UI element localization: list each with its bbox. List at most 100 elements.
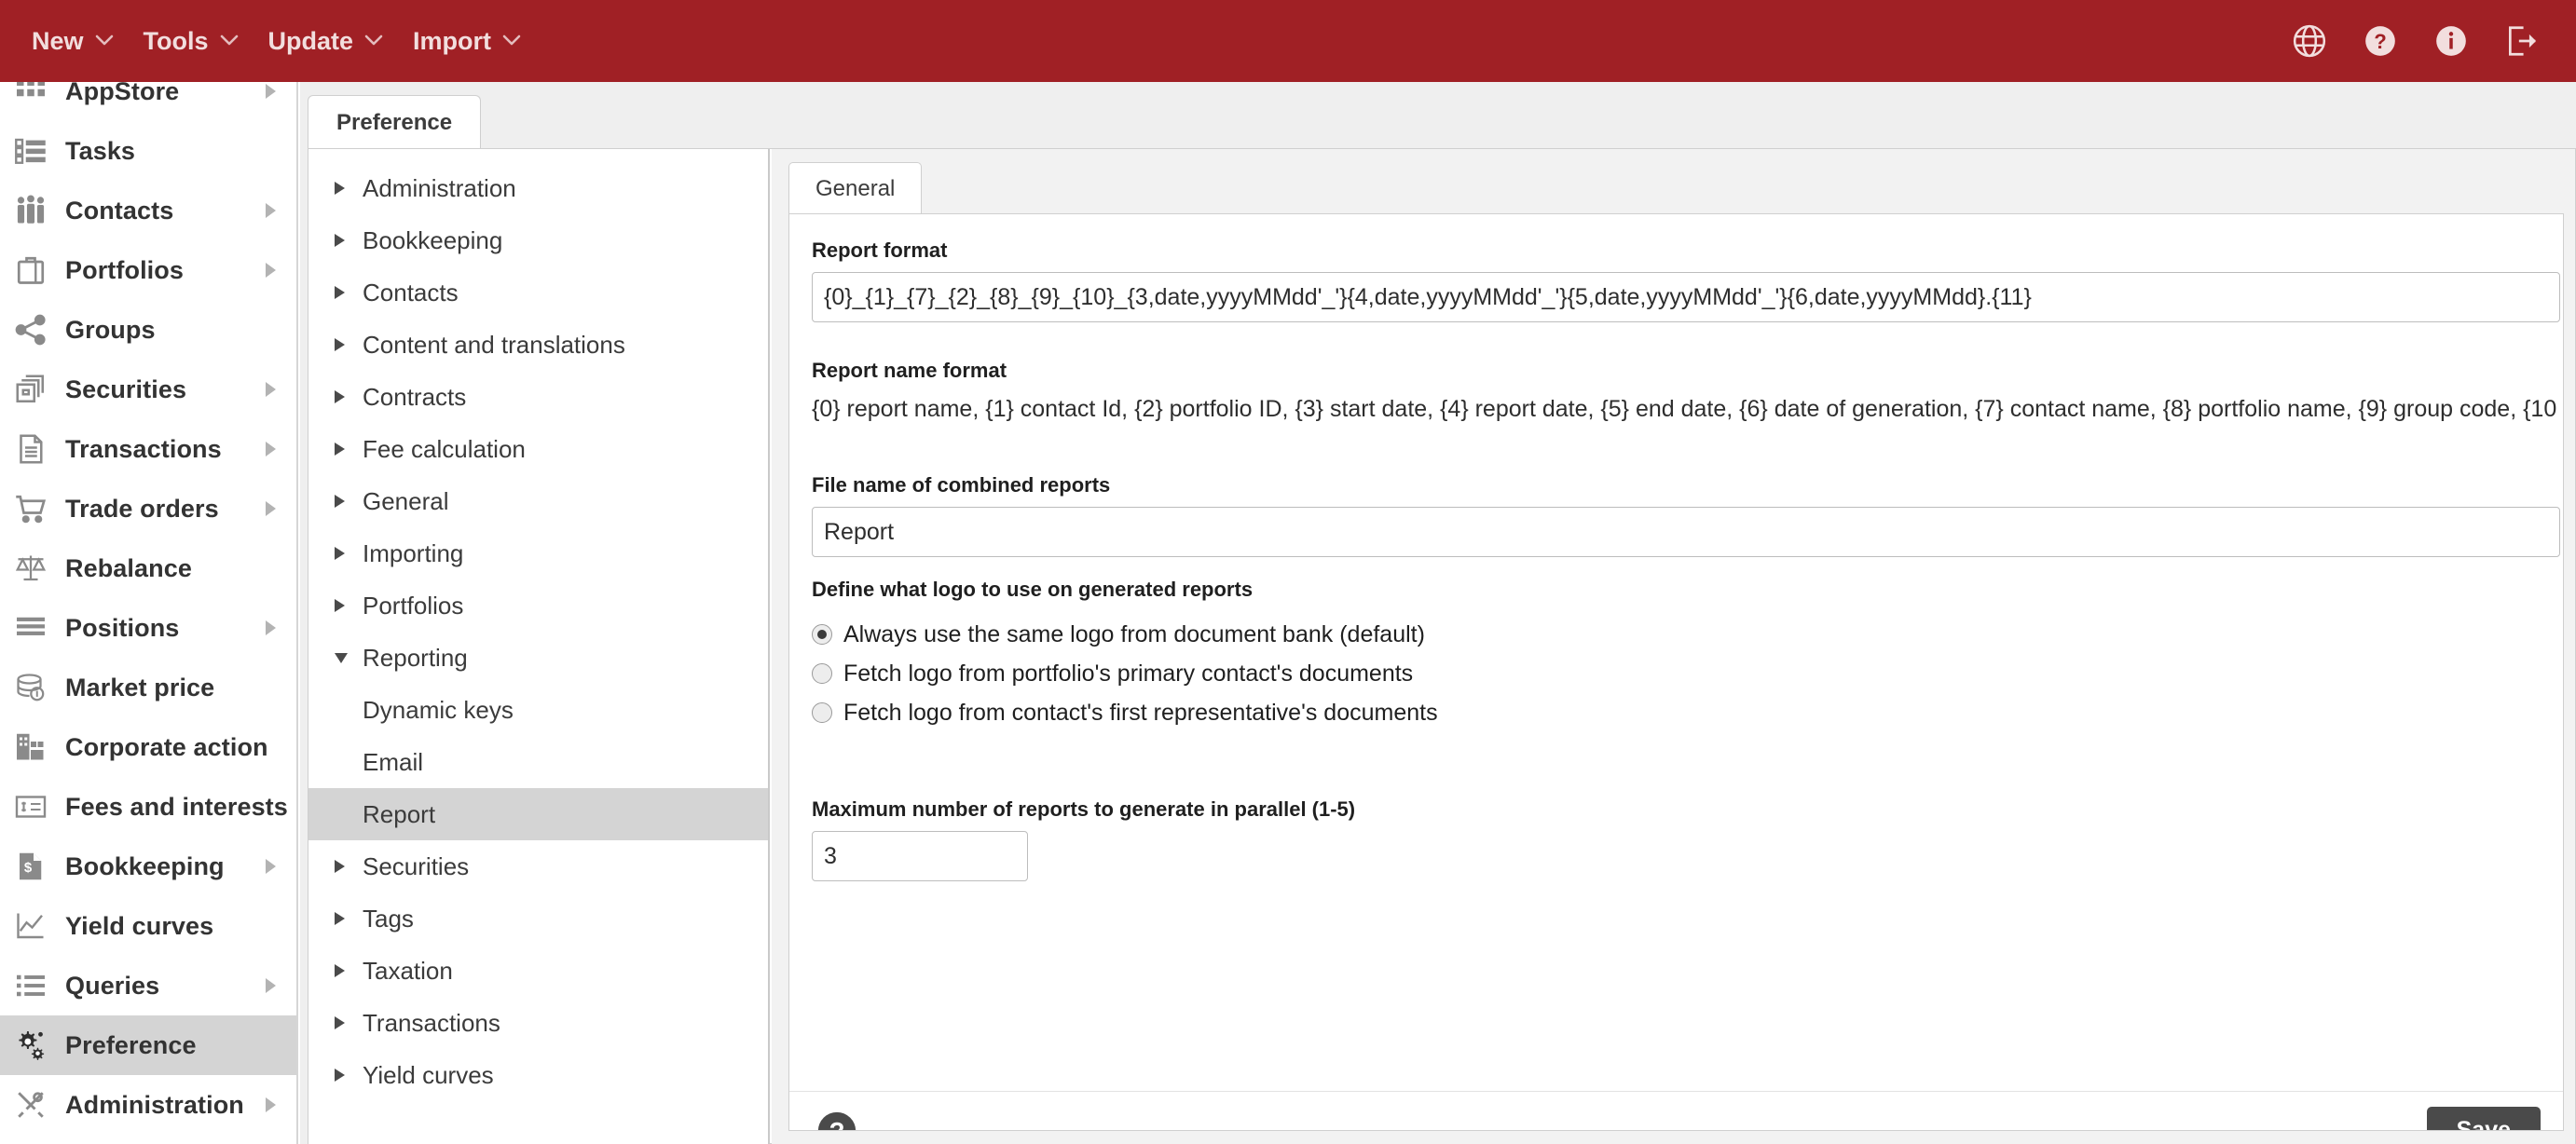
chevron-right-icon [266, 84, 276, 99]
tab-general[interactable]: General [788, 162, 923, 214]
info-circle-icon[interactable] [2425, 15, 2477, 67]
tab-preference[interactable]: Preference [308, 95, 482, 149]
menu-tools[interactable]: Tools [129, 18, 253, 65]
chevron-right-icon[interactable] [335, 1016, 363, 1029]
logo-option-portfolio-primary-contact[interactable]: Fetch logo from portfolio's primary cont… [812, 654, 1438, 693]
top-menu-group: New Tools Update Import [17, 18, 536, 65]
sidebar-item-securities[interactable]: Securities [0, 360, 296, 419]
sidebar-item-administration[interactable]: Administration [0, 1075, 296, 1135]
sidebar-item-portfolios[interactable]: Portfolios [0, 240, 296, 300]
tree-item-email[interactable]: Email [308, 736, 768, 788]
chevron-down-icon[interactable] [335, 652, 363, 663]
save-button[interactable]: Save [2426, 1107, 2541, 1130]
sidebar-item-fees-and-interests[interactable]: Fees and interests [0, 777, 296, 837]
chevron-right-icon[interactable] [335, 443, 363, 456]
sidebar-item-groups[interactable]: Groups [0, 300, 296, 360]
scales-balance-icon [9, 549, 52, 588]
menu-new[interactable]: New [17, 18, 129, 65]
logo-option-document-bank[interactable]: Always use the same logo from document b… [812, 615, 1438, 654]
menu-new-label: New [32, 26, 84, 55]
line-chart-icon [9, 906, 52, 946]
document-lines-icon [9, 429, 52, 469]
tree-item-yield-curves[interactable]: Yield curves [308, 1049, 768, 1101]
coins-stack-icon [9, 668, 52, 707]
sidebar-item-contacts[interactable]: Contacts [0, 181, 296, 240]
chevron-right-icon [266, 859, 276, 874]
tree-item-contacts[interactable]: Contacts [308, 266, 768, 319]
tree-item-taxation[interactable]: Taxation [308, 945, 768, 997]
chevron-right-icon[interactable] [335, 599, 363, 612]
menu-import[interactable]: Import [398, 18, 536, 65]
sidebar-item-rebalance[interactable]: Rebalance [0, 538, 296, 598]
sidebar-item-transactions[interactable]: Transactions [0, 419, 296, 479]
chevron-right-icon[interactable] [335, 912, 363, 925]
chevron-right-icon[interactable] [335, 390, 363, 403]
sidebar-item-tasks[interactable]: Tasks [0, 121, 296, 181]
tree-item-content-and-translations[interactable]: Content and translations [308, 319, 768, 371]
chevron-right-icon[interactable] [335, 182, 363, 195]
logo-source-label: Define what logo to use on generated rep… [812, 578, 1254, 601]
chevron-down-icon [502, 33, 521, 49]
help-circle-icon[interactable]: ? [2354, 15, 2406, 67]
sidebar-item-market-price[interactable]: Market price [0, 658, 296, 717]
logo-option-contact-first-representative[interactable]: Fetch logo from contact's first represen… [812, 693, 1438, 732]
tree-item-dynamic-keys[interactable]: Dynamic keys [308, 684, 768, 736]
sidebar-item-yield-curves[interactable]: Yield curves [0, 896, 296, 956]
report-format-input[interactable] [812, 272, 2560, 322]
sidebar-item-trade-orders-label: Trade orders [65, 494, 219, 523]
document-dollar-icon: $ [9, 847, 52, 886]
radio-document-bank[interactable] [812, 624, 832, 645]
tree-item-tags[interactable]: Tags [308, 892, 768, 945]
parallel-reports-input[interactable] [812, 831, 1028, 881]
chevron-right-icon[interactable] [335, 964, 363, 977]
tree-item-transactions[interactable]: Transactions [308, 997, 768, 1049]
bullet-list-icon [9, 966, 52, 1005]
globe-icon[interactable] [2283, 15, 2336, 67]
chevron-right-icon[interactable] [335, 338, 363, 351]
logout-icon[interactable] [2496, 15, 2548, 67]
tree-item-fee-calculation[interactable]: Fee calculation [308, 423, 768, 475]
chevron-down-icon [95, 33, 114, 49]
menu-update[interactable]: Update [253, 18, 399, 65]
tree-item-general[interactable]: General [308, 475, 768, 527]
briefcase-icon [9, 251, 52, 290]
general-settings-form: Report format Report name format {0} rep… [788, 213, 2564, 1131]
tree-item-tags-label: Tags [363, 904, 414, 933]
sidebar-item-transactions-label: Transactions [65, 434, 222, 463]
sidebar-item-bookkeeping[interactable]: $ Bookkeeping [0, 837, 296, 896]
tree-item-administration[interactable]: Administration [308, 162, 768, 214]
sidebar-item-corporate-action[interactable]: Corporate action [0, 717, 296, 777]
chevron-right-icon[interactable] [335, 547, 363, 560]
tree-item-reporting[interactable]: Reporting [308, 632, 768, 684]
tab-general-label: General [815, 175, 896, 201]
sidebar-item-contacts-label: Contacts [65, 196, 174, 225]
tree-item-report[interactable]: Report [308, 788, 768, 840]
chevron-right-icon [266, 263, 276, 278]
task-list-icon [9, 131, 52, 170]
sidebar-item-positions[interactable]: Positions [0, 598, 296, 658]
sidebar-item-appstore[interactable]: AppStore [0, 82, 296, 121]
chevron-right-icon[interactable] [335, 1069, 363, 1082]
tree-item-securities[interactable]: Securities [308, 840, 768, 892]
svg-text:?: ? [2374, 30, 2387, 53]
tree-item-contracts[interactable]: Contracts [308, 371, 768, 423]
chevron-right-icon[interactable] [335, 234, 363, 247]
menu-update-label: Update [267, 26, 354, 55]
chevron-right-icon[interactable] [335, 495, 363, 508]
help-circle-icon[interactable]: ? [816, 1110, 857, 1130]
radio-contact-first-representative[interactable] [812, 702, 832, 723]
combined-file-name-input[interactable] [812, 507, 2560, 557]
sidebar-item-trade-orders[interactable]: Trade orders [0, 479, 296, 538]
sidebar-item-queries[interactable]: Queries [0, 956, 296, 1015]
chevron-right-icon[interactable] [335, 860, 363, 873]
chevron-right-icon[interactable] [335, 286, 363, 299]
sidebar-item-rebalance-label: Rebalance [65, 553, 192, 582]
radio-portfolio-primary-contact[interactable] [812, 663, 832, 684]
tree-item-portfolios[interactable]: Portfolios [308, 579, 768, 632]
tree-item-fee-calculation-label: Fee calculation [363, 434, 526, 463]
sidebar-item-preference[interactable]: Preference [0, 1015, 296, 1075]
tree-item-bookkeeping[interactable]: Bookkeeping [308, 214, 768, 266]
preference-tree[interactable]: Administration Bookkeeping Contacts Cont… [308, 149, 770, 1144]
tree-item-importing[interactable]: Importing [308, 527, 768, 579]
logo-option-portfolio-primary-contact-label: Fetch logo from portfolio's primary cont… [843, 660, 1414, 687]
